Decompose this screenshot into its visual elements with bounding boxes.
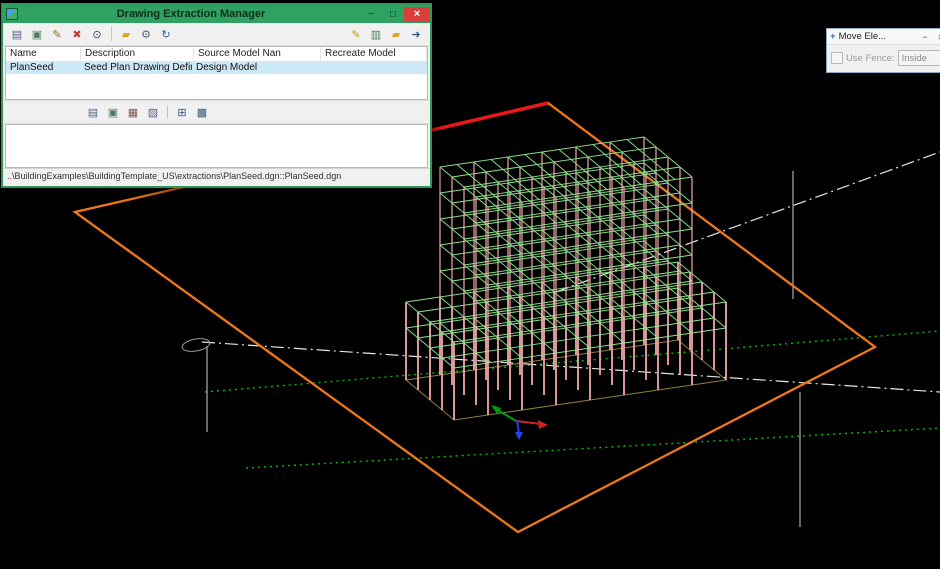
- maximize-button[interactable]: □: [382, 7, 404, 22]
- fence-edge-lines: [181, 171, 800, 527]
- close-button[interactable]: ×: [933, 30, 940, 43]
- building-wireframe: [406, 137, 726, 420]
- rotation-handle-ellipse: [181, 337, 211, 354]
- list-header: Name Description Source Model Nan Recrea…: [6, 47, 427, 62]
- fence-mode-dropdown[interactable]: Inside ▾: [898, 50, 940, 66]
- copy-drawing-definition-icon[interactable]: ▣: [27, 25, 47, 44]
- grid-dotted-lines: [205, 331, 940, 468]
- cell-description: Seed Plan Drawing Definition: [80, 62, 192, 74]
- column-header-source-model[interactable]: Source Model Nan: [194, 47, 321, 61]
- drawing-extraction-manager-dialog: Drawing Extraction Manager − □ × ▤▣✎✖⊙▰⚙…: [1, 3, 432, 188]
- dialog-title: Drawing Extraction Manager: [22, 8, 360, 20]
- cell-source-model: Design Model: [192, 62, 318, 74]
- move-elements-dialog: + Move Ele... − × Use Fence: Inside ▾: [826, 28, 940, 73]
- cell-name: PlanSeed: [6, 62, 80, 74]
- delete-definition-icon[interactable]: ✖: [67, 25, 87, 44]
- edit-definition-icon[interactable]: ✎: [47, 25, 67, 44]
- application-window: Drawing Extraction Manager − □ × ▤▣✎✖⊙▰⚙…: [0, 0, 940, 569]
- settings-icon[interactable]: ⚙: [136, 25, 156, 44]
- move-titlebar[interactable]: + Move Ele... − ×: [827, 29, 940, 45]
- move-icon: +: [830, 31, 836, 42]
- column-header-name[interactable]: Name: [6, 47, 81, 61]
- column-header-description[interactable]: Description: [81, 47, 194, 61]
- toolbar-separator: [167, 105, 168, 119]
- fence-mode-value: Inside: [902, 53, 927, 64]
- grid-view-icon[interactable]: ⊞: [172, 103, 192, 122]
- move-tool-settings: Use Fence: Inside ▾: [827, 45, 940, 72]
- minimize-button[interactable]: −: [917, 30, 933, 43]
- definitions-toolbar: ▤▣✎✖⊙▰⚙↻✎▥▰➜: [3, 23, 430, 46]
- column-header-recreate-model[interactable]: Recreate Model: [321, 47, 427, 61]
- dialog-titlebar[interactable]: Drawing Extraction Manager − □ ×: [3, 5, 430, 23]
- cell-recreate-model: [318, 62, 427, 74]
- sheet-icon[interactable]: ▥: [366, 25, 386, 44]
- new-extraction-icon[interactable]: ▤: [83, 103, 103, 122]
- preview-icon[interactable]: ⊙: [87, 25, 107, 44]
- preview-pane-icon[interactable]: ▩: [192, 103, 212, 122]
- export-icon[interactable]: ➜: [406, 25, 426, 44]
- use-fence-label: Use Fence:: [846, 53, 895, 64]
- new-drawing-definition-icon[interactable]: ▤: [7, 25, 27, 44]
- extractions-list[interactable]: [5, 124, 428, 168]
- status-path: ..\BuildingExamples\BuildingTemplate_US\…: [7, 171, 341, 181]
- copy-extraction-icon[interactable]: ▣: [103, 103, 123, 122]
- update-icon[interactable]: ↻: [156, 25, 176, 44]
- status-bar: ..\BuildingExamples\BuildingTemplate_US\…: [3, 168, 430, 186]
- open-folder-icon[interactable]: ▰: [116, 25, 136, 44]
- dialog-title: Move Ele...: [839, 31, 917, 42]
- definitions-list[interactable]: Name Description Source Model Nan Recrea…: [5, 46, 428, 100]
- extractions-toolbar: ▤▣▦▧ ⊞▩: [3, 100, 430, 124]
- duplicate-extraction-icon[interactable]: ▧: [143, 103, 163, 122]
- edit-drawing-icon[interactable]: ✎: [346, 25, 366, 44]
- close-button[interactable]: ×: [404, 7, 430, 22]
- app-icon: [6, 8, 18, 20]
- list-row-planseed[interactable]: PlanSeed Seed Plan Drawing Definition De…: [6, 62, 427, 74]
- minimize-button[interactable]: −: [360, 7, 382, 22]
- toolbar-separator: [111, 27, 112, 41]
- sheet-folder-icon[interactable]: ▰: [386, 25, 406, 44]
- paste-extraction-icon[interactable]: ▦: [123, 103, 143, 122]
- use-fence-checkbox[interactable]: [831, 52, 843, 64]
- highlighted-edge: [428, 103, 548, 131]
